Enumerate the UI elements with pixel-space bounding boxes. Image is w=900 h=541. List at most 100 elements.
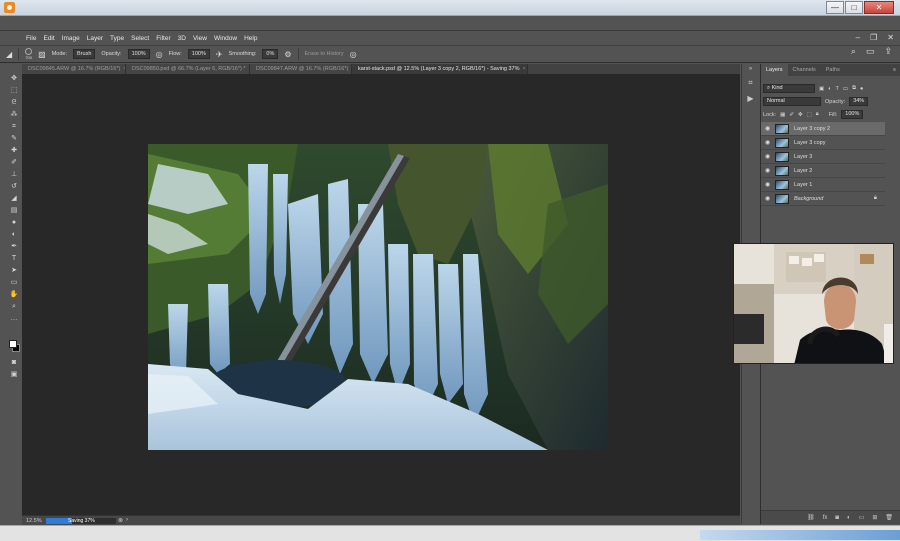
eyedropper-icon[interactable]: ✎ xyxy=(9,134,19,144)
lock-pixels-icon[interactable]: ✐ xyxy=(789,112,794,118)
shape-filter-icon[interactable]: ▭ xyxy=(843,86,848,92)
app-restore-icon[interactable]: ❐ xyxy=(870,33,877,42)
mask-icon[interactable]: ◙ xyxy=(835,515,839,521)
type-filter-icon[interactable]: T xyxy=(836,86,839,92)
fx-icon[interactable]: fx xyxy=(823,515,828,521)
stamp-icon[interactable]: ⊥ xyxy=(9,170,19,180)
airbrush-icon[interactable]: ✈ xyxy=(216,50,223,59)
dodge-icon[interactable]: ◐ xyxy=(9,230,19,240)
smoothing-settings-icon[interactable]: ⚙ xyxy=(284,50,291,59)
crop-icon[interactable]: ⌗ xyxy=(9,122,19,132)
kind-filter-select[interactable]: ⌕ Kind xyxy=(763,84,815,93)
flow-field[interactable]: 100% xyxy=(187,49,210,59)
menu-help[interactable]: Help xyxy=(244,35,257,42)
layer-row[interactable]: ◉ Layer 3 xyxy=(761,150,885,164)
history-brush-icon[interactable]: ↺ xyxy=(9,182,19,192)
visibility-eye-icon[interactable]: ◉ xyxy=(765,167,770,174)
menu-image[interactable]: Image xyxy=(62,35,80,42)
pressure-opacity-icon[interactable]: ◎ xyxy=(156,50,163,59)
magic-wand-icon[interactable]: ⁂ xyxy=(9,110,19,120)
menu-file[interactable]: File xyxy=(26,35,36,42)
tab-paths[interactable]: Paths xyxy=(821,64,845,76)
menu-window[interactable]: Window xyxy=(214,35,237,42)
lock-transparent-icon[interactable]: ▦ xyxy=(780,112,785,118)
tab-layers[interactable]: Layers xyxy=(761,64,788,76)
healing-icon[interactable]: ✚ xyxy=(9,146,19,156)
new-layer-icon[interactable]: ⊞ xyxy=(872,514,877,521)
cancel-save-icon[interactable]: ⊗ xyxy=(118,517,123,524)
erase-to-history-checkbox[interactable]: Erase to History xyxy=(305,51,344,57)
zoom-icon[interactable]: ⌕ xyxy=(9,302,19,312)
minimize-button[interactable]: — xyxy=(826,1,844,14)
document-image[interactable] xyxy=(148,144,608,450)
foreground-color-swatch[interactable] xyxy=(9,340,17,348)
path-select-icon[interactable]: ➤ xyxy=(9,266,19,276)
group-icon[interactable]: ▭ xyxy=(859,514,865,521)
brush-preset-picker[interactable]: 700 xyxy=(25,48,33,60)
visibility-eye-icon[interactable]: ◉ xyxy=(765,195,770,202)
menu-edit[interactable]: Edit xyxy=(43,35,54,42)
layer-row[interactable]: ◉ Layer 1 xyxy=(761,178,885,192)
layer-row[interactable]: ◉ Layer 3 copy 2 xyxy=(761,122,885,136)
shape-icon[interactable]: ▭ xyxy=(9,278,19,288)
menu-view[interactable]: View xyxy=(193,35,207,42)
smart-object-filter-icon[interactable]: ⧉ xyxy=(852,85,856,92)
menu-layer[interactable]: Layer xyxy=(87,35,103,42)
layer-row[interactable]: ◉ Layer 2 xyxy=(761,164,885,178)
eraser-icon[interactable]: ◢ xyxy=(9,194,19,204)
app-minimize-icon[interactable]: – xyxy=(856,33,860,42)
visibility-eye-icon[interactable]: ◉ xyxy=(765,125,770,132)
layer-row[interactable]: ◉ Background 🔒︎ xyxy=(761,192,885,206)
brush-panel-icon[interactable]: ▨ xyxy=(38,50,46,59)
zoom-level[interactable]: 12.5% xyxy=(26,518,42,524)
menu-filter[interactable]: Filter xyxy=(156,35,170,42)
link-icon[interactable]: ⛓ xyxy=(807,514,815,521)
adjustment-filter-icon[interactable]: ◐ xyxy=(828,86,831,92)
eraser-tool-icon[interactable]: ◢ xyxy=(6,50,12,59)
layer-opacity-field[interactable]: 34% xyxy=(849,97,869,106)
type-icon[interactable]: T xyxy=(9,254,19,264)
opacity-field[interactable]: 100% xyxy=(127,49,150,59)
workspace-icon[interactable]: ▭ xyxy=(866,46,875,57)
fill-field[interactable]: 100% xyxy=(841,110,864,119)
brush-icon[interactable]: ✐ xyxy=(9,158,19,168)
tab-dsc09845[interactable]: DSC09845.ARW @ 16.7% (RGB/16*)× xyxy=(22,64,126,74)
close-button[interactable]: ✕ xyxy=(864,1,894,14)
pressure-size-icon[interactable]: ◎ xyxy=(350,50,357,59)
status-menu-icon[interactable]: › xyxy=(126,517,128,523)
close-icon[interactable]: × xyxy=(523,66,526,72)
gradient-icon[interactable]: ▤ xyxy=(9,206,19,216)
visibility-eye-icon[interactable]: ◉ xyxy=(765,181,770,188)
trash-icon[interactable]: 🗑︎ xyxy=(885,514,893,521)
smoothing-field[interactable]: 0% xyxy=(262,49,279,59)
visibility-eye-icon[interactable]: ◉ xyxy=(765,139,770,146)
lasso-icon[interactable]: ᘓ xyxy=(9,98,19,108)
lock-artboard-icon[interactable]: ⬚ xyxy=(807,112,812,118)
tab-dsc09850[interactable]: DSC09850.psd @ 66.7% (Layer 6, RGB/16*) … xyxy=(126,64,250,74)
menu-3d[interactable]: 3D xyxy=(178,35,186,42)
quick-mask-icon[interactable]: ◙ xyxy=(9,358,19,368)
pen-icon[interactable]: ✒ xyxy=(9,242,19,252)
blur-icon[interactable]: ● xyxy=(9,218,19,228)
actions-panel-icon[interactable]: ▶ xyxy=(742,94,759,103)
screen-mode-icon[interactable]: ▣ xyxy=(9,370,19,380)
search-icon[interactable]: ⌕ xyxy=(851,46,856,57)
move-icon[interactable]: ✥ xyxy=(9,74,19,84)
lock-position-icon[interactable]: ✥ xyxy=(798,112,803,118)
pixel-filter-icon[interactable]: ▣ xyxy=(819,86,824,92)
canvas-area[interactable] xyxy=(22,74,740,515)
menu-select[interactable]: Select xyxy=(131,35,149,42)
collapse-panels-icon[interactable]: » xyxy=(742,66,759,72)
adjustment-icon[interactable]: ◐ xyxy=(847,515,851,521)
share-icon[interactable]: ⇪ xyxy=(884,46,892,57)
marquee-icon[interactable]: ⬚ xyxy=(9,86,19,96)
menu-type[interactable]: Type xyxy=(110,35,124,42)
more-icon[interactable]: … xyxy=(9,314,19,324)
history-panel-icon[interactable]: ⌗ xyxy=(742,78,759,88)
tab-channels[interactable]: Channels xyxy=(788,64,821,76)
tab-karst-stack[interactable]: karst-stack.psd @ 12.5% (Layer 3 copy 2,… xyxy=(352,64,528,74)
lock-all-icon[interactable]: 🔒︎ xyxy=(816,111,819,118)
panel-menu-icon[interactable]: ≡ xyxy=(893,64,900,76)
app-close-icon[interactable]: ✕ xyxy=(887,33,894,42)
layer-row[interactable]: ◉ Layer 3 copy xyxy=(761,136,885,150)
